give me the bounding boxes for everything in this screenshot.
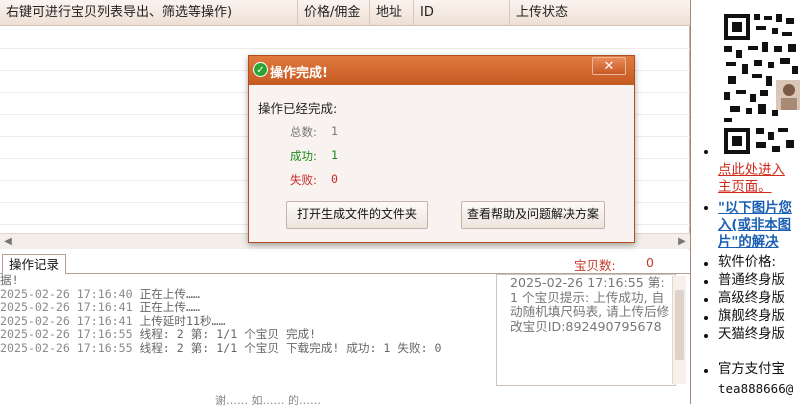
tab-operation-log[interactable]: 操作记录 bbox=[2, 254, 67, 274]
total-label: 总数: bbox=[290, 125, 317, 139]
dialog-title: 操作完成! bbox=[270, 66, 328, 81]
log-line-time: 2025-02-26 17:16:41 bbox=[0, 313, 133, 328]
item-count-value: 0 bbox=[646, 255, 654, 270]
log-line: 2025-02-26 17:16:55 线程: 2 第: 1/1 个宝贝 完成! bbox=[0, 328, 496, 342]
log-line-text: 正在上传…… bbox=[139, 286, 200, 301]
open-folder-button[interactable]: 打开生成文件的文件夹 bbox=[286, 201, 428, 229]
bullet bbox=[704, 206, 708, 210]
main-page-link[interactable]: 点此处进入主页面。 bbox=[718, 162, 798, 196]
row-divider bbox=[0, 48, 690, 49]
bullet bbox=[704, 280, 708, 284]
log-line: 2025-02-26 17:16:55 线程: 2 第: 1/1 个宝贝 下载完… bbox=[0, 340, 496, 356]
log-line-time: 2025-02-26 17:16:40 bbox=[0, 286, 133, 301]
column-header-status[interactable]: 上传状态 bbox=[510, 0, 690, 26]
column-header-id[interactable]: ID bbox=[414, 0, 510, 26]
price-item: 普通终身版 bbox=[718, 273, 785, 288]
log-detail-text: 2025-02-26 17:16:55 第: 1 个宝贝提示: 上传成功, 自动… bbox=[510, 276, 670, 334]
alipay-account: tea888666@ bbox=[718, 381, 794, 396]
column-header-address[interactable]: 地址 bbox=[370, 0, 414, 26]
bullet bbox=[704, 316, 708, 320]
bullet bbox=[704, 334, 708, 338]
log-line-text: 正在上传…… bbox=[139, 300, 200, 315]
image-help-link[interactable]: "以下图片您入(或非本图片"的解决 bbox=[718, 200, 798, 251]
bullet bbox=[704, 262, 708, 266]
alipay-label: 官方支付宝 bbox=[718, 362, 785, 377]
item-count-label: 宝贝数: bbox=[574, 258, 616, 273]
log-line-time: 2025-02-26 17:16:55 bbox=[0, 340, 133, 355]
column-header-price[interactable]: 价格/佣金 bbox=[298, 0, 370, 26]
qr-code-image bbox=[722, 10, 800, 155]
log-line: 2025-02-26 17:16:41 上传延时11秒…… bbox=[0, 313, 496, 329]
log-line: 据! bbox=[0, 274, 496, 288]
detail-scrollbar[interactable] bbox=[672, 276, 686, 384]
scrollbar-thumb[interactable] bbox=[675, 290, 684, 360]
success-value: 1 bbox=[331, 148, 338, 162]
log-line-time: 2025-02-26 17:16:41 bbox=[0, 300, 133, 315]
log-line-time: 2025-02-26 17:16:55 bbox=[0, 327, 133, 342]
log-line-text: 据! bbox=[0, 274, 19, 287]
log-line-text: 线程: 2 第: 1/1 个宝贝 完成! bbox=[139, 327, 317, 342]
price-item: 天猫终身版 bbox=[718, 327, 785, 342]
log-line: 2025-02-26 17:16:41 正在上传…… bbox=[0, 300, 496, 315]
close-button[interactable]: ✕ bbox=[592, 57, 626, 75]
bullet bbox=[704, 150, 708, 154]
log-line-text: 线程: 2 第: 1/1 个宝贝 下载完成! 成功: 1 失败: 0 bbox=[139, 340, 442, 355]
log-output[interactable]: 据! 2025-02-26 17:16:40 正在上传…… 2025-02-26… bbox=[0, 274, 496, 390]
price-heading: 软件价格: bbox=[718, 255, 777, 270]
log-line: 2025-02-26 17:16:40 正在上传…… bbox=[0, 286, 496, 302]
total-value: 1 bbox=[331, 124, 338, 138]
price-item: 高级终身版 bbox=[718, 291, 785, 306]
bullet bbox=[704, 369, 708, 373]
price-item: 旗舰终身版 bbox=[718, 309, 785, 324]
scroll-left-icon[interactable]: ◀ bbox=[0, 234, 16, 250]
success-label: 成功: bbox=[290, 149, 317, 163]
check-circle-icon: ✓ bbox=[253, 62, 268, 77]
dialog-message: 操作已经完成: bbox=[258, 101, 338, 116]
list-header: 右键可进行宝贝列表导出、筛选等操作) 价格/佣金 地址 ID 上传状态 bbox=[0, 0, 690, 26]
scroll-right-icon[interactable]: ▶ bbox=[674, 234, 690, 250]
fail-value: 0 bbox=[331, 172, 338, 186]
fail-label: 失败: bbox=[290, 173, 317, 187]
log-line-text: 上传延时11秒…… bbox=[139, 313, 226, 328]
bullet bbox=[704, 298, 708, 302]
help-button[interactable]: 查看帮助及问题解决方案 bbox=[461, 201, 605, 229]
footer-hint: 谢…… 如…… 的…… bbox=[215, 394, 321, 407]
column-header-title[interactable]: 右键可进行宝贝列表导出、筛选等操作) bbox=[0, 0, 298, 26]
